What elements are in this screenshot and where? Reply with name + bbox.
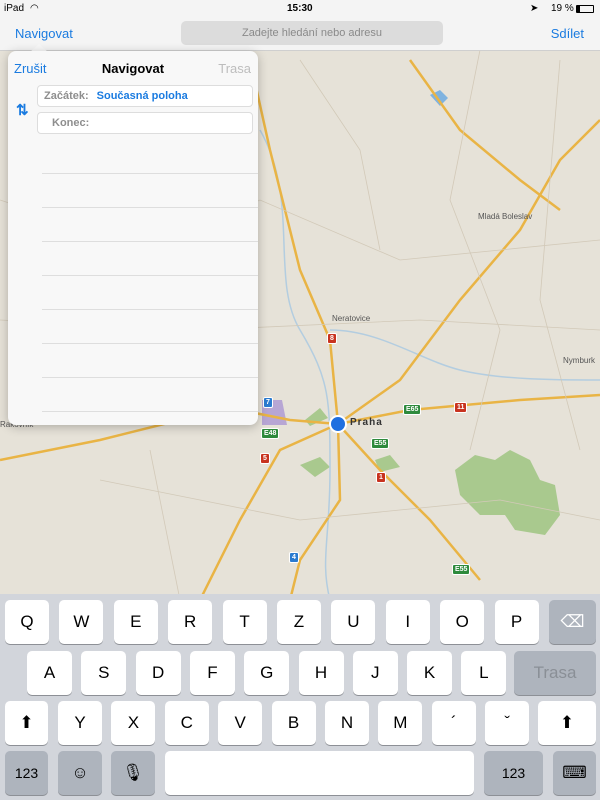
directions-popover: Zrušit Navigovat Trasa ⇅ Začátek: Současn… bbox=[8, 51, 258, 425]
key-E[interactable]: E bbox=[113, 600, 158, 644]
top-toolbar: Navigovat Zadejte hledání nebo adresu Sd… bbox=[0, 18, 600, 51]
divider bbox=[42, 173, 258, 174]
key-O[interactable]: O bbox=[440, 600, 485, 644]
space-key[interactable] bbox=[165, 751, 474, 795]
place-label: Mladá Boleslav bbox=[478, 212, 533, 221]
key-F[interactable]: F bbox=[189, 651, 235, 695]
start-label: Začátek: bbox=[44, 90, 89, 102]
place-label: Neratovice bbox=[332, 314, 371, 323]
shift-key-right[interactable]: ⬆ bbox=[538, 701, 596, 745]
divider bbox=[42, 207, 258, 208]
divider bbox=[42, 343, 258, 344]
key-N[interactable]: N bbox=[325, 701, 369, 745]
keyboard-icon: ⌨ bbox=[562, 763, 587, 782]
divider bbox=[42, 241, 258, 242]
share-button[interactable]: Sdílet bbox=[551, 26, 584, 41]
key-K[interactable]: K bbox=[407, 651, 453, 695]
key-I[interactable]: I bbox=[385, 600, 430, 644]
end-field[interactable]: Konec: bbox=[37, 112, 253, 134]
device-name: iPad bbox=[4, 3, 25, 14]
numbers-key-right[interactable]: 123 bbox=[484, 751, 543, 795]
key-M[interactable]: M bbox=[378, 701, 423, 745]
key-W[interactable]: W bbox=[59, 600, 104, 644]
current-location-dot bbox=[329, 415, 347, 433]
shift-icon: ⬆ bbox=[19, 713, 34, 732]
battery-icon bbox=[576, 5, 594, 13]
dictation-key[interactable]: 🎙 bbox=[111, 751, 155, 795]
microphone-icon: 🎙 bbox=[122, 763, 144, 782]
key-P[interactable]: P bbox=[494, 600, 539, 644]
key-B[interactable]: B bbox=[271, 701, 316, 745]
swap-icon[interactable]: ⇅ bbox=[16, 101, 29, 119]
numbers-key[interactable]: 123 bbox=[5, 751, 48, 795]
key-G[interactable]: G bbox=[244, 651, 290, 695]
divider bbox=[42, 309, 258, 310]
start-value: Současná poloha bbox=[96, 90, 188, 102]
divider bbox=[42, 275, 258, 276]
battery-percent: 19 % bbox=[551, 3, 574, 14]
key-Q[interactable]: Q bbox=[5, 600, 49, 644]
end-label: Konec: bbox=[52, 117, 90, 129]
key-T[interactable]: T bbox=[222, 600, 267, 644]
key-Z[interactable]: Z bbox=[277, 600, 321, 644]
road-shield: E65 bbox=[403, 404, 422, 415]
key-U[interactable]: U bbox=[331, 600, 376, 644]
key-ˇ[interactable]: ˇ bbox=[485, 701, 530, 745]
road-shield: 7 bbox=[263, 397, 273, 408]
road-shield: E55 bbox=[452, 564, 471, 575]
road-shield: 5 bbox=[260, 453, 270, 464]
place-label: Praha bbox=[350, 417, 383, 428]
road-shield: 4 bbox=[289, 552, 299, 563]
key-A[interactable]: A bbox=[27, 651, 72, 695]
shift-icon: ⬆ bbox=[559, 713, 575, 732]
key-V[interactable]: V bbox=[218, 701, 263, 745]
emoji-icon: ☺ bbox=[71, 763, 89, 782]
divider bbox=[42, 411, 258, 412]
key-Y[interactable]: Y bbox=[58, 701, 102, 745]
return-key[interactable]: Trasa bbox=[514, 651, 596, 695]
backspace-key[interactable]: ⌫ bbox=[549, 600, 596, 644]
key-S[interactable]: S bbox=[81, 651, 127, 695]
location-icon: ➤ bbox=[530, 3, 539, 14]
search-input[interactable]: Zadejte hledání nebo adresu bbox=[181, 21, 443, 45]
wifi-icon: ◠ bbox=[30, 3, 39, 14]
road-shield: 1 bbox=[376, 472, 386, 483]
route-button[interactable]: Trasa bbox=[218, 61, 251, 76]
road-shield: E55 bbox=[371, 438, 390, 449]
key-C[interactable]: C bbox=[164, 701, 209, 745]
status-bar: iPad ◠ 15:30 ➤ 19 % bbox=[0, 0, 600, 18]
divider bbox=[42, 377, 258, 378]
key-X[interactable]: X bbox=[111, 701, 156, 745]
start-field[interactable]: Začátek: Současná poloha bbox=[37, 85, 253, 107]
key-´[interactable]: ´ bbox=[431, 701, 476, 745]
road-shield: E48 bbox=[261, 428, 280, 439]
road-shield: 11 bbox=[454, 402, 468, 413]
road-shield: 8 bbox=[327, 333, 337, 344]
shift-key[interactable]: ⬆ bbox=[5, 701, 48, 745]
hide-keyboard-key[interactable]: ⌨ bbox=[553, 751, 596, 795]
key-D[interactable]: D bbox=[135, 651, 181, 695]
key-R[interactable]: R bbox=[168, 600, 213, 644]
key-J[interactable]: J bbox=[352, 651, 398, 695]
keyboard: ⌫ Trasa ⬆ ⬆ 123 ☺ 🎙 123 ⌨ QWERTZUIOP ASDF… bbox=[0, 594, 600, 800]
clock: 15:30 bbox=[287, 3, 313, 14]
place-label: Nymburk bbox=[563, 356, 596, 365]
key-L[interactable]: L bbox=[461, 651, 507, 695]
key-H[interactable]: H bbox=[298, 651, 344, 695]
navigate-button[interactable]: Navigovat bbox=[15, 26, 73, 41]
emoji-key[interactable]: ☺ bbox=[58, 751, 102, 795]
backspace-icon: ⌫ bbox=[560, 612, 585, 631]
